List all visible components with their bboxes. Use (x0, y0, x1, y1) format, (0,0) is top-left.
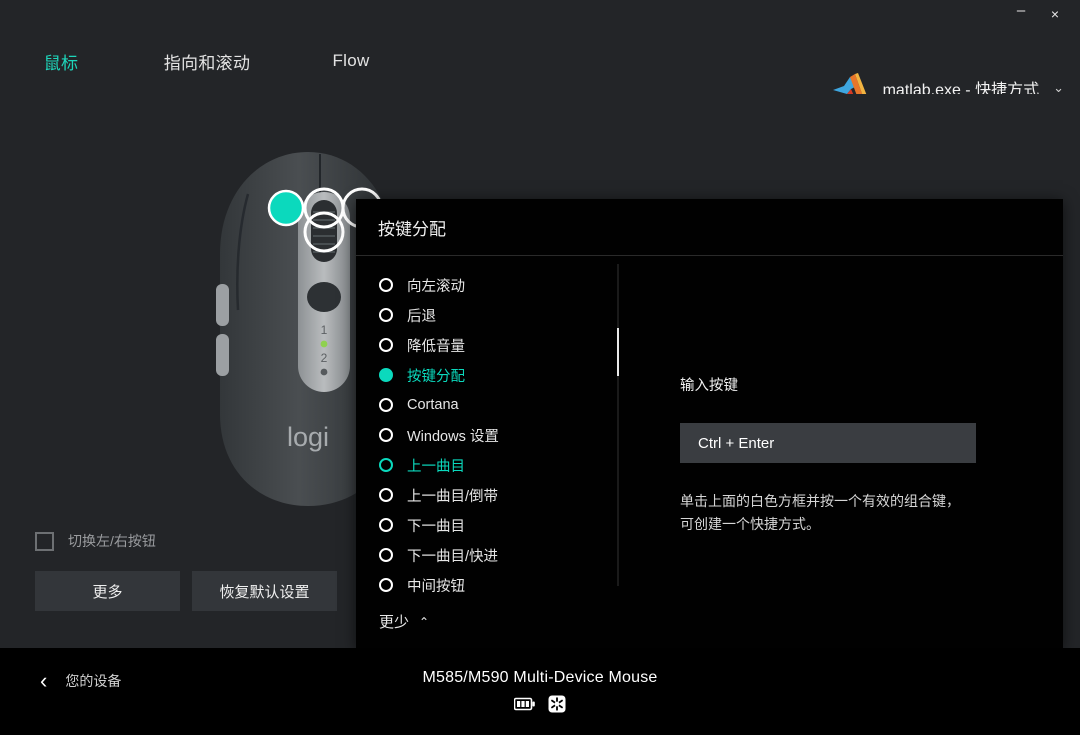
chevron-up-icon: ⌃ (419, 614, 430, 629)
close-button[interactable]: × (1038, 1, 1072, 27)
option-label: 中间按钮 (407, 578, 465, 595)
button-assignment-dialog: 按键分配 向左滚动 后退 降低音量 按键分配 Cortana Windows 设… (356, 199, 1063, 649)
battery-icon (514, 697, 535, 711)
logitech-options-window: – × 鼠标 指向和滚动 Flow matlab.exe - 快捷方式 ⌄ 1 … (0, 0, 1080, 735)
radio-icon[interactable] (379, 578, 393, 592)
radio-icon[interactable] (379, 458, 393, 472)
option-row[interactable]: 下一曲目 (356, 510, 618, 540)
left-panel-buttons: 更多 恢复默认设置 (35, 571, 337, 611)
tab-flow[interactable]: Flow (292, 28, 410, 94)
keystroke-input[interactable]: Ctrl + Enter (680, 423, 976, 463)
more-button[interactable]: 更多 (35, 571, 180, 611)
key-input-help-text: 单击上面的白色方框并按一个有效的组合键，可创建一个快捷方式。 (680, 493, 960, 533)
title-bar: – × (0, 0, 1080, 28)
option-label: 降低音量 (407, 338, 465, 355)
radio-icon[interactable] (379, 308, 393, 322)
window-controls: – × (1004, 0, 1072, 28)
key-input-heading: 输入按键 (680, 378, 738, 394)
option-label: 向左滚动 (407, 278, 465, 295)
option-row[interactable]: Cortana (356, 390, 618, 420)
device-info: M585/M590 Multi-Device Mouse (0, 648, 1080, 713)
dialog-title: 按键分配 (378, 219, 446, 239)
option-row[interactable]: 上一曲目/倒带 (356, 480, 618, 510)
radio-icon[interactable] (379, 488, 393, 502)
radio-icon[interactable] (379, 398, 393, 412)
main-content: 1 2 logi 切换左/右按钮 更多 恢复默认设置 按键分配 向左滚动 后退 … (0, 94, 1080, 649)
svg-text:logi: logi (287, 422, 329, 452)
option-row[interactable]: 下一曲目/快进 (356, 540, 618, 570)
svg-text:1: 1 (321, 323, 328, 337)
option-label: 下一曲目 (407, 518, 465, 535)
swap-buttons-checkbox[interactable] (35, 531, 54, 551)
footer-bar: ‹ 您的设备 M585/M590 Multi-Device Mouse (0, 648, 1080, 735)
tab-mouse[interactable]: 鼠标 (0, 28, 122, 94)
option-row[interactable]: 中间按钮 (356, 570, 618, 594)
radio-icon[interactable] (379, 338, 393, 352)
assignment-option-list[interactable]: 向左滚动 后退 降低音量 按键分配 Cortana Windows 设置 上一曲… (356, 256, 618, 594)
minimize-button[interactable]: – (1004, 1, 1038, 27)
option-row[interactable]: 向左滚动 (356, 270, 618, 300)
option-label: 按键分配 (407, 368, 465, 385)
option-row[interactable]: 后退 (356, 300, 618, 330)
swap-buttons-label: 切换左/右按钮 (68, 533, 156, 549)
keystroke-value: Ctrl + Enter (698, 434, 775, 452)
radio-icon[interactable] (379, 518, 393, 532)
dialog-body: 向左滚动 后退 降低音量 按键分配 Cortana Windows 设置 上一曲… (356, 256, 1063, 649)
tab-bar: 鼠标 指向和滚动 Flow matlab.exe - 快捷方式 ⌄ (0, 28, 1080, 122)
unifying-receiver-icon (548, 695, 566, 713)
option-row[interactable]: 降低音量 (356, 330, 618, 360)
swap-buttons-checkbox-row[interactable]: 切换左/右按钮 (35, 531, 156, 551)
option-label: Windows 设置 (407, 428, 499, 445)
option-label: 上一曲目/倒带 (407, 488, 499, 505)
option-list-scrollbar-track[interactable] (617, 264, 619, 586)
radio-icon[interactable] (379, 548, 393, 562)
collapse-list-button[interactable]: 更少 ⌃ (356, 594, 618, 649)
dialog-header: 按键分配 (356, 199, 1063, 256)
collapse-label: 更少 (379, 614, 410, 631)
device-status-icons (514, 695, 566, 713)
restore-defaults-button[interactable]: 恢复默认设置 (192, 571, 337, 611)
device-name: M585/M590 Multi-Device Mouse (422, 669, 658, 686)
assigned-button-highlight (267, 189, 305, 227)
option-label: 上一曲目 (407, 458, 465, 475)
option-row-selected[interactable]: 按键分配 (356, 360, 618, 390)
radio-icon[interactable] (379, 428, 393, 442)
option-list-scrollbar-thumb[interactable] (617, 328, 619, 376)
tab-point-and-scroll[interactable]: 指向和滚动 (122, 28, 292, 94)
option-row[interactable]: Windows 设置 (356, 420, 618, 450)
svg-text:2: 2 (321, 351, 328, 365)
tab-list: 鼠标 指向和滚动 Flow (0, 28, 410, 94)
option-label: Cortana (407, 397, 459, 413)
key-input-pane: 输入按键 Ctrl + Enter 单击上面的白色方框并按一个有效的组合键，可创… (656, 256, 1056, 536)
radio-icon[interactable] (379, 278, 393, 292)
option-row-hovered[interactable]: 上一曲目 (356, 450, 618, 480)
option-label: 后退 (407, 308, 436, 325)
option-label: 下一曲目/快进 (407, 548, 499, 565)
radio-icon[interactable] (379, 368, 393, 382)
